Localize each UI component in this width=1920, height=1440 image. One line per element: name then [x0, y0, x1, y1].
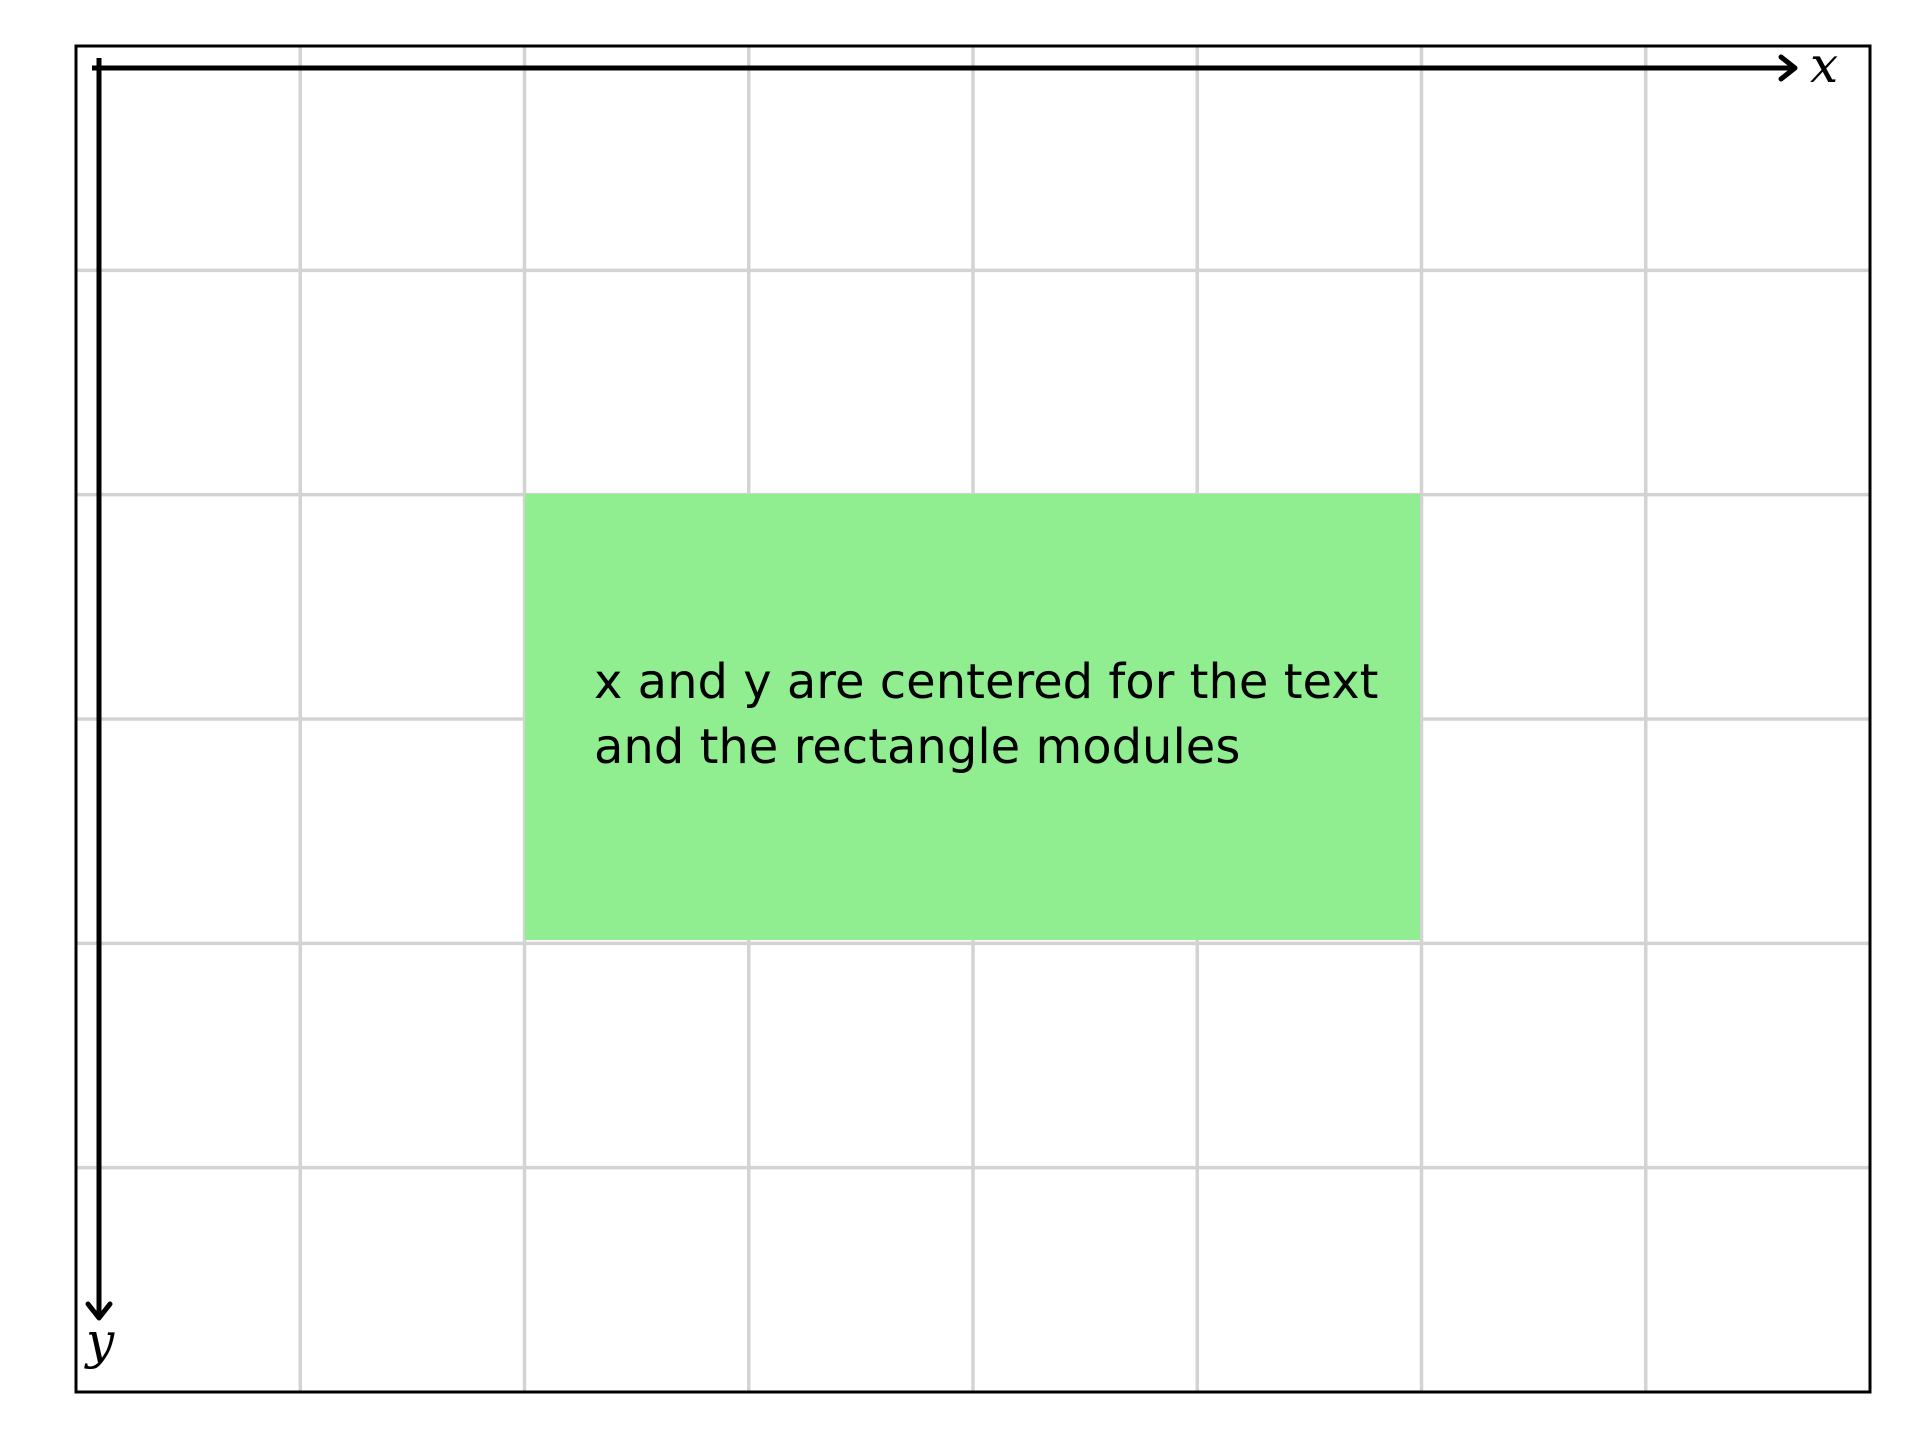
x-axis	[92, 54, 1798, 82]
y-axis-label: y	[84, 1312, 115, 1370]
x-axis-label: x	[1810, 36, 1838, 94]
green-rectangle	[525, 494, 1420, 940]
y-axis	[85, 58, 113, 1321]
rectangle-text-line-2: and the rectangle modules	[594, 719, 1240, 775]
diagram-canvas: x and y are centered for the text and th…	[74, 36, 1872, 1394]
rectangle-text-line-1: x and y are centered for the text	[594, 654, 1378, 710]
